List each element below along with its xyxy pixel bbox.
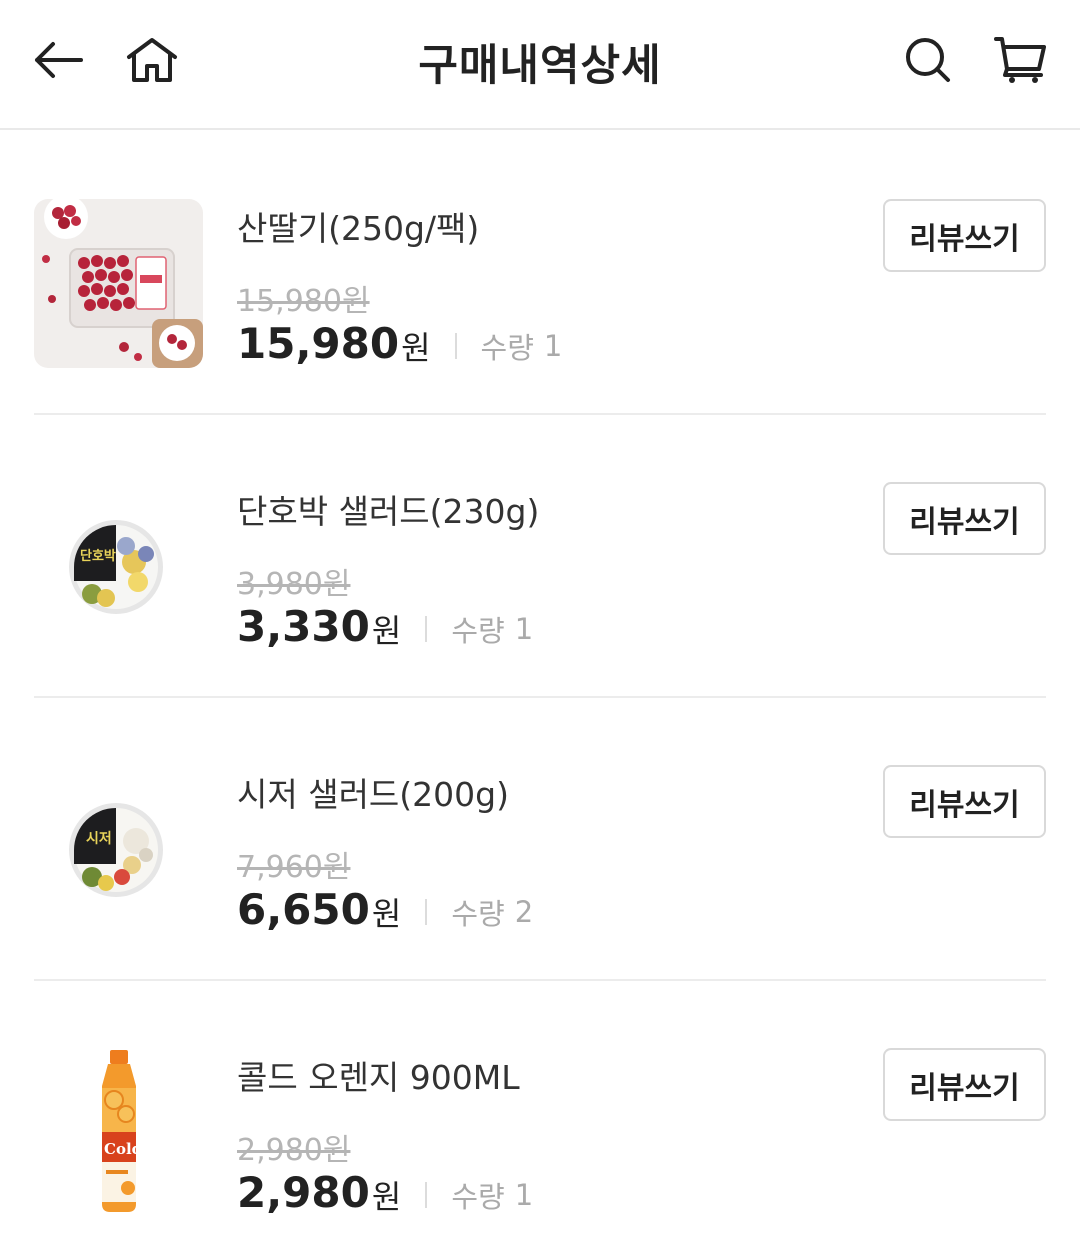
raspberry-pack-image [34, 199, 203, 368]
home-button[interactable] [122, 30, 182, 90]
original-price: 15,980원 [237, 284, 370, 319]
thumbnail-label: 시저 [86, 831, 112, 847]
sale-price: 3,330 [237, 601, 370, 651]
sale-price: 2,980 [237, 1167, 370, 1217]
quantity-label: 수량 [451, 1180, 505, 1214]
product-thumbnail[interactable] [34, 199, 203, 368]
price-unit: 원 [371, 1178, 402, 1216]
original-price: 7,960원 [237, 850, 351, 885]
thumbnail-label: Cold [104, 1140, 143, 1158]
orange-juice-bottle-image: Cold [34, 1048, 203, 1217]
pumpkin-salad-image: 단호박 [34, 482, 203, 651]
caesar-salad-image: 시저 [34, 765, 203, 934]
price-unit: 원 [371, 895, 402, 933]
divider [425, 1182, 428, 1208]
quantity-value: 2 [514, 895, 534, 929]
product-name[interactable]: 시저 샐러드(200g) [237, 768, 509, 816]
quantity-label: 수량 [451, 897, 505, 931]
quantity-value: 1 [514, 612, 534, 646]
original-price: 2,980원 [237, 1133, 351, 1168]
product-thumbnail[interactable]: 단호박 [34, 482, 203, 651]
price-unit: 원 [401, 329, 431, 367]
list-item: 산딸기(250g/팩) 15,980원 15,980 원 수량 1 리뷰쓰기 [0, 132, 1080, 415]
quantity-value: 1 [514, 1178, 534, 1212]
quantity-value: 1 [543, 329, 563, 363]
divider [454, 333, 457, 359]
divider [425, 899, 428, 925]
sale-price: 6,650 [237, 884, 370, 934]
order-detail-page: 구매내역상세 산딸기(250g/팩) 15,980원 15,980 원 수량 1… [0, 0, 1080, 1257]
page-title: 구매내역상세 [418, 41, 662, 91]
write-review-button[interactable]: 리뷰쓰기 [883, 482, 1046, 555]
list-item: 시저 시저 샐러드(200g) 7,960원 6,650 원 수량 2 리뷰쓰기 [0, 698, 1080, 981]
original-price: 3,980원 [237, 567, 351, 602]
cart-icon [994, 37, 1046, 83]
app-header: 구매내역상세 [0, 0, 1080, 130]
quantity-label: 수량 [451, 614, 505, 648]
home-icon [127, 38, 177, 82]
list-item: 단호박 단호박 샐러드(230g) 3,980원 3,330 원 수량 1 리뷰… [0, 415, 1080, 698]
arrow-left-icon [35, 42, 83, 78]
sale-price: 15,980 [237, 318, 400, 368]
back-button[interactable] [28, 30, 88, 90]
price-row: 3,330 원 수량 1 [237, 599, 533, 653]
thumbnail-label: 단호박 [80, 548, 116, 564]
write-review-button[interactable]: 리뷰쓰기 [883, 1048, 1046, 1121]
product-name[interactable]: 콜드 오렌지 900ML [237, 1051, 520, 1099]
cart-button[interactable] [990, 30, 1050, 90]
price-row: 6,650 원 수량 2 [237, 882, 533, 936]
quantity-label: 수량 [480, 331, 534, 365]
price-row: 2,980 원 수량 1 [237, 1165, 533, 1219]
price-unit: 원 [371, 612, 402, 650]
write-review-button[interactable]: 리뷰쓰기 [883, 765, 1046, 838]
list-item: Cold 콜드 오렌지 900ML 2,980원 2,980 원 수량 1 리뷰… [0, 981, 1080, 1257]
search-icon [906, 38, 950, 82]
order-item-list: 산딸기(250g/팩) 15,980원 15,980 원 수량 1 리뷰쓰기 단… [0, 132, 1080, 1257]
product-name[interactable]: 단호박 샐러드(230g) [237, 485, 539, 533]
product-thumbnail[interactable]: Cold [34, 1048, 203, 1217]
price-row: 15,980 원 수량 1 [237, 316, 562, 370]
product-thumbnail[interactable]: 시저 [34, 765, 203, 934]
write-review-button[interactable]: 리뷰쓰기 [883, 199, 1046, 272]
divider [425, 616, 428, 642]
product-name[interactable]: 산딸기(250g/팩) [237, 202, 479, 250]
search-button[interactable] [898, 30, 958, 90]
